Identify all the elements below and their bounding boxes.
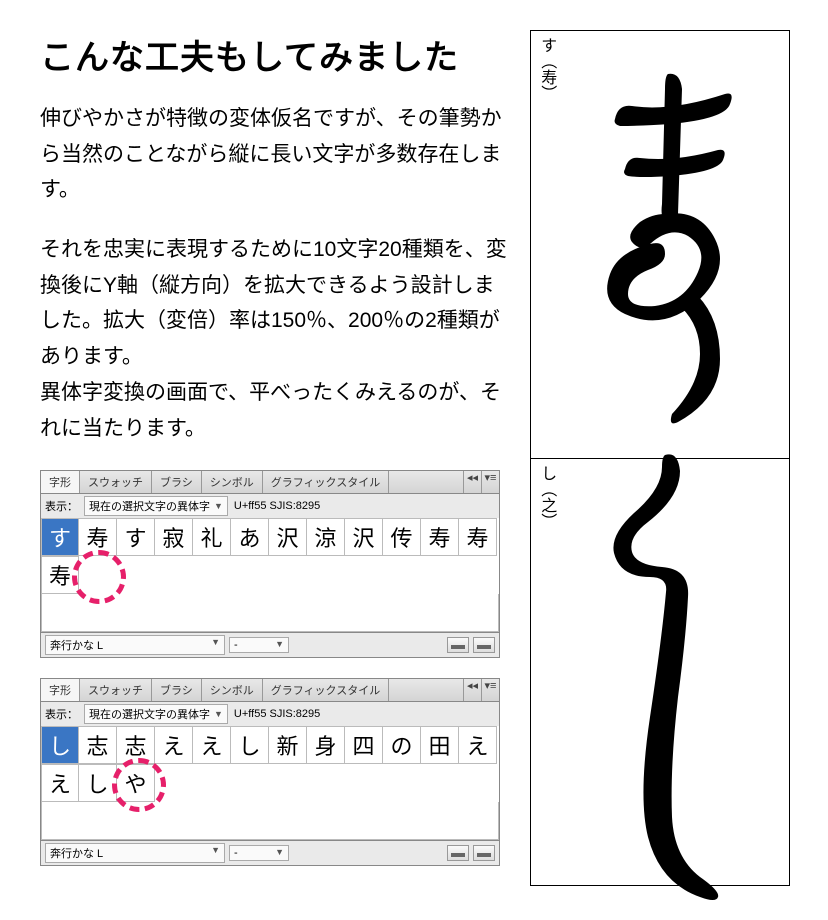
glyph-cell[interactable]: や	[117, 764, 155, 802]
heading: こんな工夫もしてみました	[40, 30, 510, 79]
chevron-down-icon: ▼	[211, 637, 220, 653]
panel-collapse-icon[interactable]: ◂◂	[463, 471, 481, 493]
glyph-cell[interactable]: 新	[269, 726, 307, 764]
tab-graphic-styles[interactable]: グラフィックスタイル	[263, 471, 389, 493]
glyph-cell[interactable]: 寿	[79, 518, 117, 556]
zoom-in-button[interactable]	[473, 845, 495, 861]
panel-subbar: 表示： 現在の選択文字の異体字 ▼ U+ff55 SJIS:8295	[40, 494, 500, 518]
panel-menu-icon[interactable]: ▾≡	[481, 679, 499, 701]
glyph-cell[interactable]: 寿	[459, 518, 497, 556]
sample-shi: し（之）	[530, 458, 790, 887]
glyph-cell[interactable]: え	[155, 726, 193, 764]
glyph-grid-2: し志志ええし新身四の田え えしや	[40, 726, 500, 841]
glyph-cell[interactable]: す	[117, 518, 155, 556]
sample-shi-glyph	[570, 437, 750, 907]
tab-symbols[interactable]: シンボル	[202, 471, 263, 493]
panel-collapse-icon[interactable]: ◂◂	[463, 679, 481, 701]
glyph-cell[interactable]: 身	[307, 726, 345, 764]
glyph-cell[interactable]: 沢	[345, 518, 383, 556]
codepoint-text: U+ff55 SJIS:8295	[234, 500, 320, 512]
zoom-in-button[interactable]	[473, 637, 495, 653]
glyph-cell[interactable]: 志	[117, 726, 155, 764]
font-name: 奔行かな L	[50, 845, 103, 861]
font-name: 奔行かな L	[50, 637, 103, 653]
tab-brushes[interactable]: ブラシ	[152, 679, 202, 701]
show-label: 表示：	[45, 706, 78, 722]
tab-glyphs[interactable]: 字形	[41, 679, 80, 701]
panel-menu-icon[interactable]: ▾≡	[481, 471, 499, 493]
sample-su-label: す（寿）	[537, 37, 556, 101]
glyph-cell[interactable]: 寿	[41, 556, 79, 594]
variant-select-text: 現在の選択文字の異体字	[89, 498, 210, 514]
glyph-cell[interactable]: 沢	[269, 518, 307, 556]
tab-brushes[interactable]: ブラシ	[152, 471, 202, 493]
glyph-cell[interactable]: 涼	[307, 518, 345, 556]
glyph-grid-1: す寿す寂礼あ沢涼沢传寿寿 寿	[40, 518, 500, 633]
chevron-down-icon: ▼	[211, 845, 220, 861]
panel-footer: 奔行かな L ▼ - ▼	[40, 841, 500, 866]
panel-tabs: 字形 スウォッチ ブラシ シンボル グラフィックスタイル ◂◂ ▾≡	[40, 678, 500, 702]
style-placeholder: -	[234, 639, 238, 651]
paragraph-2: それを忠実に表現するために10文字20種類を、変換後にY軸（縦方向）を拡大できる…	[40, 232, 510, 446]
variant-select-text: 現在の選択文字の異体字	[89, 706, 210, 722]
glyph-cell[interactable]: え	[193, 726, 231, 764]
glyph-cell[interactable]: 礼	[193, 518, 231, 556]
chevron-down-icon: ▼	[275, 847, 284, 859]
tab-graphic-styles[interactable]: グラフィックスタイル	[263, 679, 389, 701]
codepoint-text: U+ff55 SJIS:8295	[234, 708, 320, 720]
glyph-cell[interactable]: 寂	[155, 518, 193, 556]
paragraph-2-a: それを忠実に表現するために10文字20種類を、変換後にY軸（縦方向）を拡大できる…	[40, 238, 507, 368]
sample-su-glyph	[570, 64, 750, 424]
sample-su: す（寿）	[530, 30, 790, 459]
panel-tabs: 字形 スウォッチ ブラシ シンボル グラフィックスタイル ◂◂ ▾≡	[40, 470, 500, 494]
glyph-cell[interactable]: え	[41, 764, 79, 802]
font-select[interactable]: 奔行かな L ▼	[45, 635, 225, 655]
style-select[interactable]: - ▼	[229, 845, 289, 861]
style-placeholder: -	[234, 847, 238, 859]
glyph-cell[interactable]: し	[79, 764, 117, 802]
glyph-cell[interactable]: え	[459, 726, 497, 764]
style-select[interactable]: - ▼	[229, 637, 289, 653]
panel-subbar: 表示： 現在の選択文字の異体字 ▼ U+ff55 SJIS:8295	[40, 702, 500, 726]
glyph-cell[interactable]: し	[41, 726, 79, 764]
glyph-cell[interactable]: の	[383, 726, 421, 764]
glyph-cell[interactable]: 传	[383, 518, 421, 556]
glyph-cell[interactable]: 寿	[421, 518, 459, 556]
glyph-panel-2: 字形 スウォッチ ブラシ シンボル グラフィックスタイル ◂◂ ▾≡ 表示： 現…	[40, 678, 500, 866]
glyph-cell[interactable]: す	[41, 518, 79, 556]
glyph-cell[interactable]: し	[231, 726, 269, 764]
glyph-cell[interactable]: あ	[231, 518, 269, 556]
sample-shi-label: し（之）	[537, 465, 556, 529]
zoom-out-button[interactable]	[447, 845, 469, 861]
variant-select[interactable]: 現在の選択文字の異体字 ▼	[84, 704, 228, 724]
font-select[interactable]: 奔行かな L ▼	[45, 843, 225, 863]
glyph-panel-1: 字形 スウォッチ ブラシ シンボル グラフィックスタイル ◂◂ ▾≡ 表示： 現…	[40, 470, 500, 658]
paragraph-1: 伸びやかさが特徴の変体仮名ですが、その筆勢から当然のことながら縦に長い文字が多数…	[40, 101, 510, 208]
tab-swatches[interactable]: スウォッチ	[80, 679, 152, 701]
zoom-out-button[interactable]	[447, 637, 469, 653]
tab-glyphs[interactable]: 字形	[41, 471, 80, 493]
glyph-cell[interactable]: 田	[421, 726, 459, 764]
chevron-down-icon: ▼	[275, 639, 284, 651]
chevron-down-icon: ▼	[214, 709, 223, 719]
glyph-cell[interactable]: 四	[345, 726, 383, 764]
tab-symbols[interactable]: シンボル	[202, 679, 263, 701]
paragraph-2-b: 異体字変換の画面で、平べったくみえるのが、それに当たります。	[40, 381, 501, 440]
tab-swatches[interactable]: スウォッチ	[80, 471, 152, 493]
panel-footer: 奔行かな L ▼ - ▼	[40, 633, 500, 658]
glyph-cell[interactable]: 志	[79, 726, 117, 764]
variant-select[interactable]: 現在の選択文字の異体字 ▼	[84, 496, 228, 516]
chevron-down-icon: ▼	[214, 501, 223, 511]
show-label: 表示：	[45, 498, 78, 514]
